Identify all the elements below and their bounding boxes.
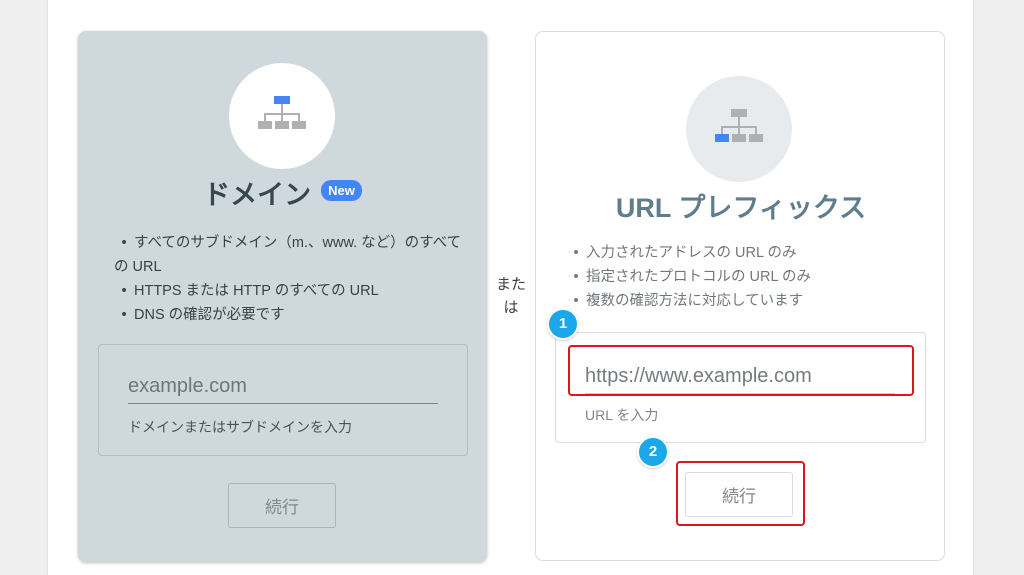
step-2-marker: 2 [637,436,669,468]
sitemap-icon [715,109,763,142]
domain-input[interactable] [128,369,438,404]
sitemap-icon [258,96,306,129]
domain-input-container: ドメインまたはサブドメインを入力 [98,344,468,456]
list-item: すべてのサブドメイン（m.、www. など）のすべての URL [114,231,464,279]
url-prefix-title: URL プレフィックス [615,193,867,223]
domain-property-card[interactable]: ドメイン New すべてのサブドメイン（m.、www. など）のすべての URL … [78,31,487,562]
list-item: 指定されたプロトコルの URL のみ [566,265,926,289]
domain-title-text: ドメイン [203,180,312,210]
url-prefix-icon-circle [686,76,792,182]
domain-input-hint: ドメインまたはサブドメインを入力 [128,419,352,435]
or-separator-line2: は [503,299,519,316]
url-prefix-feature-list: 入力されたアドレスの URL のみ 指定されたプロトコルの URL のみ 複数の… [566,241,926,313]
domain-continue-button[interactable]: 続行 [228,483,336,528]
new-badge: New [321,180,362,201]
list-item: 複数の確認方法に対応しています [566,289,926,313]
domain-title: ドメイン New [78,173,487,212]
list-item: HTTPS または HTTP のすべての URL [114,279,464,303]
domain-feature-list: すべてのサブドメイン（m.、www. など）のすべての URL HTTPS また… [114,231,464,327]
continue-button-highlight [676,461,805,526]
url-prefix-input-hint: URL を入力 [585,407,659,423]
or-separator: また は [487,273,535,319]
domain-icon-circle [229,63,335,169]
step-1-marker: 1 [547,308,579,340]
or-separator-line1: また [495,276,526,293]
list-item: 入力されたアドレスの URL のみ [566,241,926,265]
url-input-highlight [568,345,914,396]
list-item: DNS の確認が必要です [114,303,464,327]
